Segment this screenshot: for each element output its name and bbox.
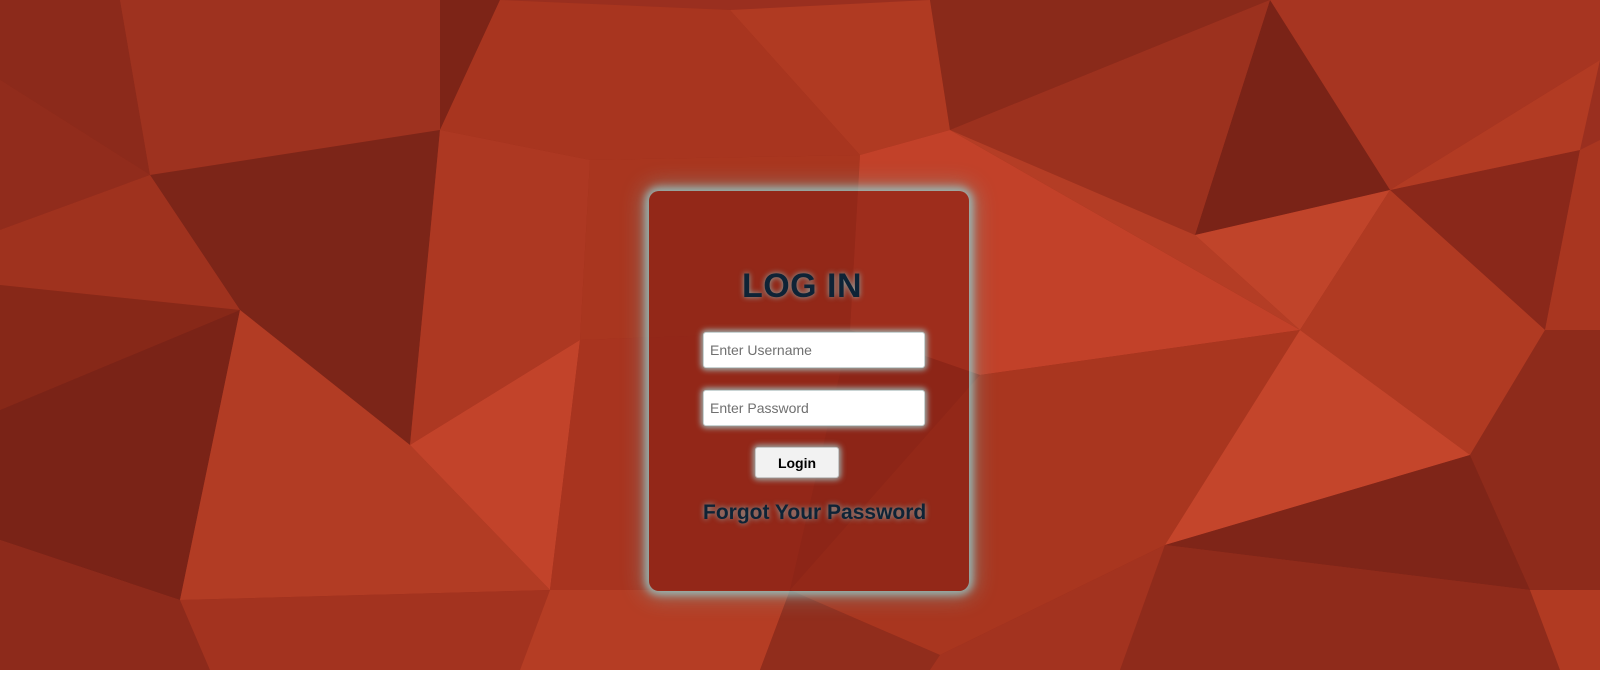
login-card: LOG IN Login Forgot Your Password — [649, 191, 969, 591]
login-title: LOG IN — [741, 267, 863, 305]
login-button[interactable]: Login — [755, 447, 839, 478]
password-input[interactable] — [703, 390, 925, 426]
forgot-password-link[interactable]: Forgot Your Password — [703, 501, 926, 525]
username-input[interactable] — [703, 332, 925, 368]
